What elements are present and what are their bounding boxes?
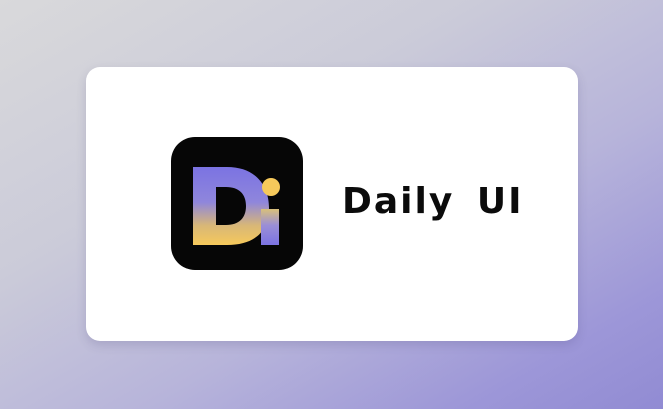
daily-ui-logo-icon <box>171 137 303 270</box>
logo-letter-i-stem <box>261 209 279 245</box>
logo-mark <box>193 167 280 245</box>
logo-letter-d <box>193 167 269 245</box>
brand-card: Daily UI <box>86 67 578 341</box>
brand-name: Daily UI <box>342 181 524 222</box>
logo-letter-i-dot <box>262 178 280 196</box>
